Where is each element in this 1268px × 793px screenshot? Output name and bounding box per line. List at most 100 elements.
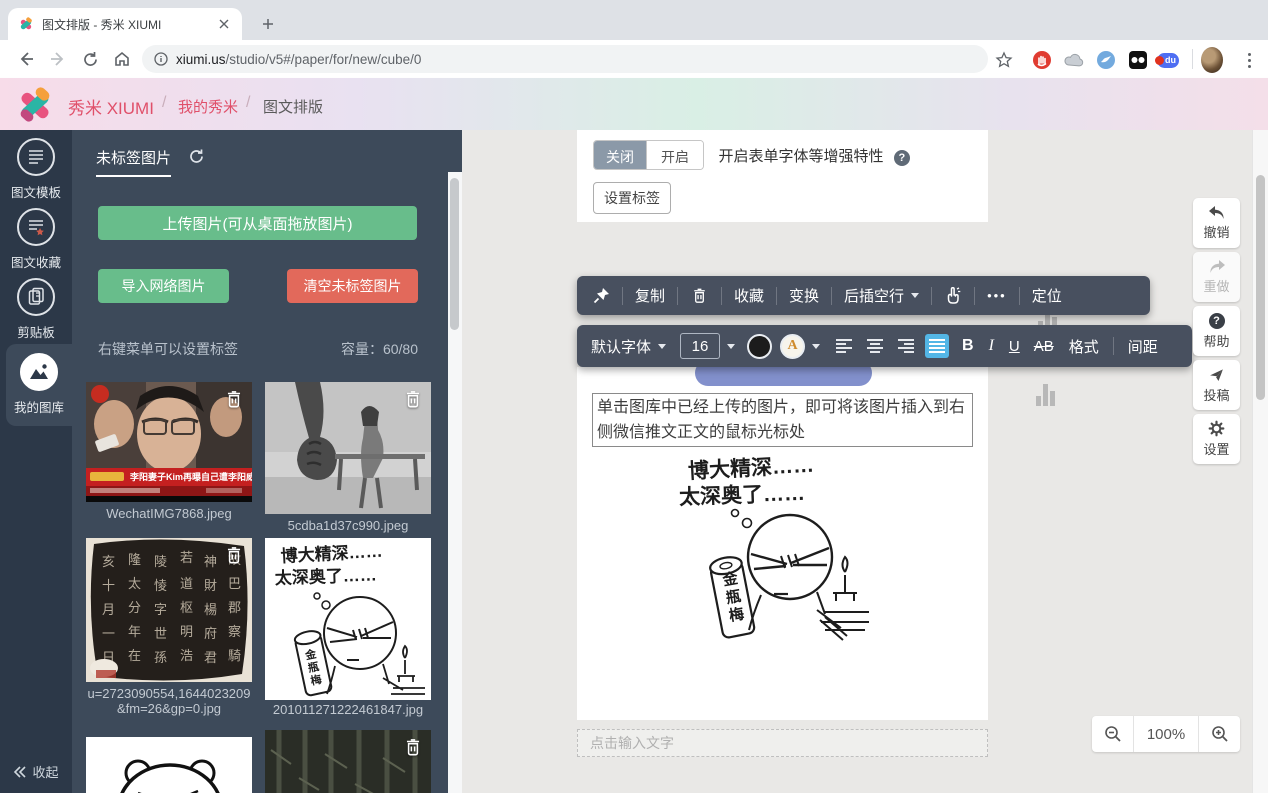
collapse-label: 收起 — [32, 762, 58, 781]
bird-extension-icon[interactable] — [1095, 49, 1117, 71]
site-info-icon[interactable] — [154, 52, 168, 66]
library-image-bear[interactable] — [86, 737, 252, 793]
import-web-images-button[interactable]: 导入网络图片 — [98, 269, 229, 303]
inserted-cartoon-image[interactable]: 博大精深…… 太深奥了…… 金瓶梅 — [665, 452, 905, 642]
back-icon[interactable] — [14, 47, 38, 71]
zoom-in-icon[interactable] — [1199, 716, 1240, 752]
gear-icon — [1208, 420, 1225, 437]
font-color-picker[interactable] — [747, 334, 772, 359]
cloud-extension-icon[interactable] — [1063, 49, 1085, 71]
strikethrough-button[interactable]: AB — [1034, 338, 1054, 355]
more-options-button[interactable]: ••• — [987, 288, 1007, 303]
home-icon[interactable] — [110, 47, 134, 71]
profile-avatar[interactable] — [1201, 49, 1223, 71]
breadcrumb-sep: / — [162, 94, 166, 112]
italic-button[interactable]: I — [989, 337, 994, 355]
du-label: du — [1165, 55, 1176, 65]
svg-text:明: 明 — [180, 624, 193, 639]
pin-icon[interactable] — [593, 287, 610, 304]
help-button[interactable]: ? 帮助 — [1193, 306, 1240, 356]
site-favicon-icon — [18, 16, 34, 32]
set-tag-button[interactable]: 设置标签 — [593, 182, 671, 214]
svg-text:陵: 陵 — [154, 554, 167, 569]
browser-menu-icon[interactable] — [1238, 49, 1260, 71]
delete-image-icon[interactable] — [402, 387, 424, 411]
library-scrollbar-thumb[interactable] — [450, 178, 459, 330]
du-extension-icon[interactable]: du — [1157, 49, 1179, 71]
browser-tab[interactable]: 图文排版 - 秀米 XIUMI — [8, 8, 242, 40]
sidebar-item-templates[interactable]: 图文模板 — [0, 138, 72, 201]
reload-icon[interactable] — [78, 47, 102, 71]
underline-button[interactable]: U — [1009, 338, 1020, 355]
image-caption: WechatIMG7868.jpeg — [86, 506, 252, 521]
breadcrumb-my-xiumi[interactable]: 我的秀米 — [178, 96, 238, 117]
toggle-off-button[interactable]: 关闭 — [594, 141, 646, 169]
context-toolbar: 复制 收藏 变换 后插空行 ••• 定位 — [577, 276, 1150, 315]
zoom-out-icon[interactable] — [1092, 716, 1133, 752]
panda-extension-icon[interactable] — [1127, 49, 1149, 71]
spacing-menu-button[interactable]: 间距 — [1128, 336, 1158, 357]
locate-button[interactable]: 定位 — [1032, 285, 1062, 306]
upload-images-button[interactable]: 上传图片(可从桌面拖放图片) — [98, 206, 417, 240]
tab-untagged-images[interactable]: 未标签图片 — [96, 147, 171, 177]
library-image-cartoon[interactable]: 博大精深…… 太深奥了…… 金 瓶 梅 — [265, 538, 431, 700]
delete-icon[interactable] — [690, 286, 709, 305]
sidebar-item-clipboard[interactable]: 剪贴板 — [0, 278, 72, 341]
delete-image-icon[interactable] — [223, 387, 245, 411]
library-scrollbar — [448, 172, 462, 793]
align-center-button[interactable] — [863, 334, 887, 358]
settings-button[interactable]: 设置 — [1193, 414, 1240, 464]
text-input-placeholder[interactable]: 点击输入文字 — [577, 729, 988, 757]
library-image-bw[interactable] — [265, 382, 431, 514]
hand-pointer-icon[interactable] — [944, 287, 962, 305]
format-toolbar: 默认字体 16 A B I U AB 格式 间距 — [577, 325, 1192, 367]
screen: 图文排版 - 秀米 XIUMI xiumi.us/studio/v5#/pape… — [0, 0, 1268, 793]
font-size-input[interactable]: 16 — [680, 333, 720, 359]
bookmark-star-icon[interactable] — [993, 49, 1015, 71]
align-left-button[interactable] — [832, 334, 856, 358]
copy-button[interactable]: 复制 — [635, 285, 665, 306]
sidebar-item-favorites[interactable]: 图文收藏 — [0, 208, 72, 271]
redo-button[interactable]: 重做 — [1193, 252, 1240, 302]
align-justify-button[interactable] — [925, 334, 949, 358]
format-menu-button[interactable]: 格式 — [1069, 336, 1099, 357]
document-canvas[interactable]: 单击图库中已经上传的图片，即可将该图片插入到右侧微信推文正文的鼠标光标处 — [577, 367, 988, 720]
adblock-extension-icon[interactable] — [1031, 49, 1053, 71]
question-icon: ? — [1209, 313, 1225, 329]
chevron-down-icon[interactable] — [727, 344, 735, 349]
chevron-down-icon[interactable] — [812, 344, 820, 349]
toggle-on-button[interactable]: 开启 — [646, 141, 703, 169]
workspace-scrollbar-thumb[interactable] — [1256, 175, 1265, 400]
favorite-button[interactable]: 收藏 — [734, 285, 764, 306]
collapse-sidebar-button[interactable]: 收起 — [0, 762, 72, 781]
clear-untagged-button[interactable]: 清空未标签图片 — [287, 269, 418, 303]
forward-icon[interactable] — [46, 47, 70, 71]
bold-button[interactable]: B — [962, 337, 974, 355]
library-image-forest[interactable] — [265, 730, 431, 793]
tab-close-icon[interactable] — [216, 16, 232, 32]
sidebar-item-my-images[interactable]: 我的图库 — [6, 344, 72, 426]
brand-link[interactable]: 秀米 XIUMI — [68, 94, 154, 119]
delete-image-icon[interactable] — [223, 543, 245, 567]
highlight-color-picker[interactable]: A — [780, 334, 805, 359]
svg-text:君: 君 — [204, 650, 217, 665]
submit-button[interactable]: 投稿 — [1193, 360, 1240, 410]
redo-arrow-icon — [1208, 260, 1226, 274]
undo-button[interactable]: 撤销 — [1193, 198, 1240, 248]
sidebar-item-label: 图文模板 — [0, 182, 72, 201]
address-bar[interactable]: xiumi.us/studio/v5#/paper/for/new/cube/0 — [142, 45, 988, 73]
help-question-icon[interactable]: ? — [894, 150, 910, 166]
selected-paragraph[interactable]: 单击图库中已经上传的图片，即可将该图片插入到右侧微信推文正文的鼠标光标处 — [592, 393, 973, 447]
insert-blank-line-button[interactable]: 后插空行 — [844, 285, 919, 306]
transform-button[interactable]: 变换 — [789, 285, 819, 306]
align-right-button[interactable] — [894, 334, 918, 358]
refresh-icon[interactable] — [188, 148, 205, 170]
xiumi-logo[interactable] — [13, 83, 57, 127]
font-family-dropdown[interactable]: 默认字体 — [591, 336, 666, 357]
library-image-rubbing[interactable]: 亥隆陵若神故 十太㥄道財巴 月分字枢楊郡 一年世明府察 日在孫浩君騎 — [86, 538, 252, 682]
svg-text:在: 在 — [128, 648, 141, 663]
library-image-news[interactable]: 李阳妻子Kim再曝自己遭李阳威胁 — [86, 382, 252, 502]
chevron-down-icon — [658, 344, 666, 349]
delete-image-icon[interactable] — [402, 735, 424, 759]
new-tab-button[interactable] — [254, 10, 282, 38]
